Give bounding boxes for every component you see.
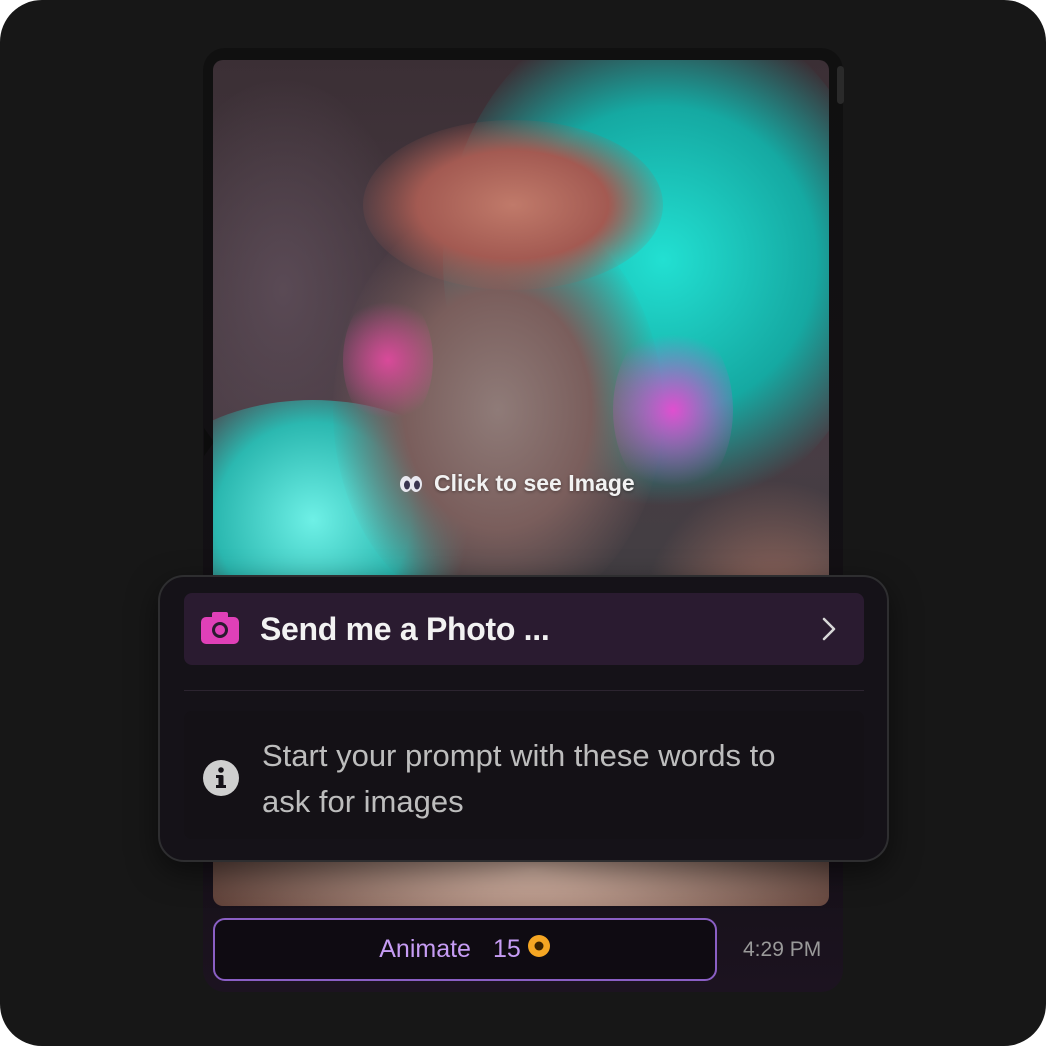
animate-cost: 15 [493, 934, 551, 965]
animate-label: Animate [379, 935, 471, 963]
click-to-see-image[interactable]: Click to see Image [398, 470, 635, 497]
coin-icon [527, 934, 551, 965]
message-timestamp: 4:29 PM [743, 938, 822, 961]
hint-panel: Start your prompt with these words to as… [184, 711, 864, 839]
cost-value: 15 [492, 935, 521, 963]
send-photo-label: Send me a Photo ... [260, 611, 550, 647]
prompt-suggestion-popup: Send me a Photo ... Start your prompt wi… [158, 575, 889, 862]
click-to-see-image-label: Click to see Image [434, 470, 635, 496]
animate-button[interactable]: Animate 15 [213, 918, 717, 981]
info-icon [202, 759, 240, 802]
scrollbar[interactable] [837, 66, 844, 104]
app-frame: Click to see Image Send me a Photo ... S… [0, 0, 1046, 1046]
eyes-icon [398, 475, 424, 493]
divider [184, 690, 864, 691]
chevron-right-icon [822, 617, 836, 646]
send-photo-command[interactable]: Send me a Photo ... [184, 593, 864, 665]
camera-icon [200, 611, 240, 650]
hint-text: Start your prompt with these words to as… [262, 738, 776, 819]
